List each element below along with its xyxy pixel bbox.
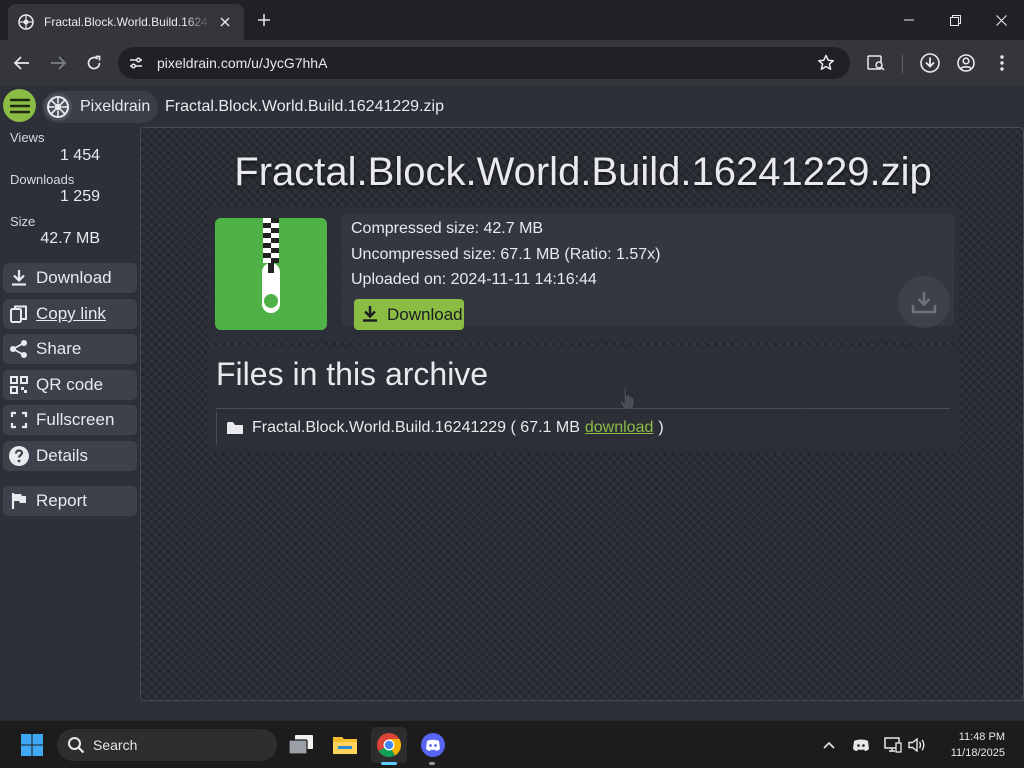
url-text: pixeldrain.com/u/JycG7hhA: [157, 55, 328, 71]
file-title: Fractal.Block.World.Build.16241229.zip: [234, 150, 932, 194]
downloads-label: Downloads: [10, 172, 75, 187]
task-view-icon[interactable]: [283, 727, 319, 763]
file-info-card: Compressed size: 42.7 MB Uncompressed si…: [207, 206, 959, 410]
uploaded-on: Uploaded on: 2024-11-11 14:16:44: [351, 271, 597, 288]
discord-running-indicator: [429, 762, 435, 765]
sidebar-report-label: Report: [36, 491, 88, 510]
archive-divider: [216, 408, 950, 409]
browser-tab-strip: Fractal.Block.World.Build.16241229.zip -…: [0, 0, 1024, 40]
header-file-title: Fractal.Block.World.Build.16241229.zip: [165, 98, 444, 115]
sidebar-share-label: Share: [36, 339, 82, 358]
tab-title: Fractal.Block.World.Build.16241229.zip -…: [44, 15, 210, 29]
size-value: 42.7 MB: [40, 230, 100, 247]
download-icon: [361, 305, 381, 325]
sidebar-fullscreen-label: Fullscreen: [36, 410, 115, 429]
chrome-active-indicator: [381, 762, 397, 765]
archive-file-name: Fractal.Block.World.Build.16241229: [252, 419, 507, 436]
minimize-icon[interactable]: [886, 0, 932, 40]
downloads-value: 1 259: [59, 188, 100, 205]
system-clock[interactable]: 11:48 PM 11/18/2025: [951, 729, 1005, 761]
sidebar-download-button[interactable]: Download: [3, 263, 137, 293]
size-label: Size: [10, 214, 36, 229]
profile-icon[interactable]: [952, 49, 980, 77]
uncompressed-size: Uncompressed size: 67.1 MB (Ratio: 1.57x…: [351, 246, 661, 263]
new-tab-icon[interactable]: [254, 10, 274, 30]
file-metadata: Compressed size: 42.7 MB Uncompressed si…: [342, 214, 954, 410]
sidebar-details-label: Details: [36, 446, 88, 465]
sidebar: Views 1 454 Downloads 1 259 Size 42.7 MB…: [0, 126, 140, 720]
sidebar-fullscreen-button[interactable]: Fullscreen: [3, 405, 137, 435]
network-icon[interactable]: [883, 735, 903, 755]
menu-dots-icon[interactable]: [988, 49, 1016, 77]
file-explorer-icon[interactable]: [327, 727, 363, 763]
sidebar-copy-link-label: Copy link: [36, 304, 106, 323]
download-button[interactable]: Download: [354, 299, 464, 330]
sidebar-qr-code-button[interactable]: QR code: [3, 370, 137, 400]
forward-icon[interactable]: [44, 49, 72, 77]
compressed-size: Compressed size: 42.7 MB: [351, 220, 544, 237]
pixeldrain-home-link[interactable]: Pixeldrain: [42, 91, 158, 123]
archive-file-size: ( 67.1 MB: [510, 419, 580, 436]
restore-icon[interactable]: [932, 0, 978, 40]
brand-name: Pixeldrain: [80, 98, 151, 115]
download-icon: [8, 267, 30, 289]
floating-download-button[interactable]: [898, 276, 950, 328]
volume-icon[interactable]: [907, 735, 927, 755]
reload-icon[interactable]: [80, 49, 108, 77]
share-icon: [8, 338, 30, 360]
download-button-label: Download: [387, 304, 463, 324]
toolbar-separator: [902, 55, 903, 73]
archive-contents-card: Files in this archive Fractal.Block.Worl…: [207, 346, 959, 452]
views-label: Views: [10, 130, 45, 145]
search-icon: [67, 736, 85, 754]
web-page: Pixeldrain Fractal.Block.World.Build.162…: [0, 86, 1024, 720]
pixeldrain-favicon-icon: [18, 14, 34, 30]
sidebar-share-button[interactable]: Share: [3, 334, 137, 364]
chrome-taskbar-icon[interactable]: [371, 727, 407, 763]
bookmark-star-icon[interactable]: [816, 53, 836, 73]
archive-file-size-close: ): [658, 419, 664, 436]
close-window-icon[interactable]: [978, 0, 1024, 40]
windows-start-icon[interactable]: [14, 727, 50, 763]
back-icon[interactable]: [8, 49, 36, 77]
sidebar-report-button[interactable]: Report: [3, 486, 137, 516]
folder-icon: [227, 421, 243, 435]
tab-close-icon[interactable]: [216, 13, 234, 31]
zip-file-icon: [215, 218, 327, 330]
views-value: 1 454: [59, 147, 100, 164]
site-info-icon[interactable]: [126, 53, 146, 73]
file-viewer: Fractal.Block.World.Build.16241229.zip C…: [140, 127, 1024, 701]
sidebar-details-button[interactable]: Details: [3, 441, 137, 471]
browser-toolbar: pixeldrain.com/u/JycG7hhA: [0, 40, 1024, 86]
windows-taskbar: Search 11:48 PM 11/18/2025: [0, 720, 1024, 768]
taskbar-search-box[interactable]: Search: [57, 729, 277, 761]
downloads-icon[interactable]: [916, 49, 944, 77]
address-bar[interactable]: pixeldrain.com/u/JycG7hhA: [118, 47, 850, 79]
hamburger-menu-icon[interactable]: [3, 89, 36, 122]
archive-file-download-link[interactable]: download: [585, 419, 654, 437]
archive-file-row: Fractal.Block.World.Build.16241229 ( 67.…: [216, 412, 664, 444]
qr-code-icon: [8, 374, 30, 396]
sidebar-copy-link-button[interactable]: Copy link: [3, 299, 137, 329]
clock-time: 11:48 PM: [958, 731, 1005, 743]
sidebar-qr-code-label: QR code: [36, 375, 104, 394]
reading-list-icon[interactable]: [862, 49, 890, 77]
help-icon: [8, 445, 30, 467]
flag-icon: [8, 490, 30, 512]
fullscreen-icon: [8, 409, 30, 431]
sidebar-download-label: Download: [36, 268, 112, 287]
browser-tab[interactable]: Fractal.Block.World.Build.16241229.zip -…: [8, 4, 244, 40]
download-tray-icon: [911, 292, 937, 314]
discord-tray-icon[interactable]: [851, 735, 871, 755]
clock-date: 11/18/2025: [950, 747, 1005, 759]
pixeldrain-logo-icon: [44, 93, 72, 121]
discord-taskbar-icon[interactable]: [415, 727, 451, 763]
taskbar-search-placeholder: Search: [93, 737, 138, 753]
show-hidden-icons-chevron-icon[interactable]: [819, 735, 839, 755]
copy-icon: [8, 303, 30, 325]
archive-heading: Files in this archive: [216, 356, 489, 392]
